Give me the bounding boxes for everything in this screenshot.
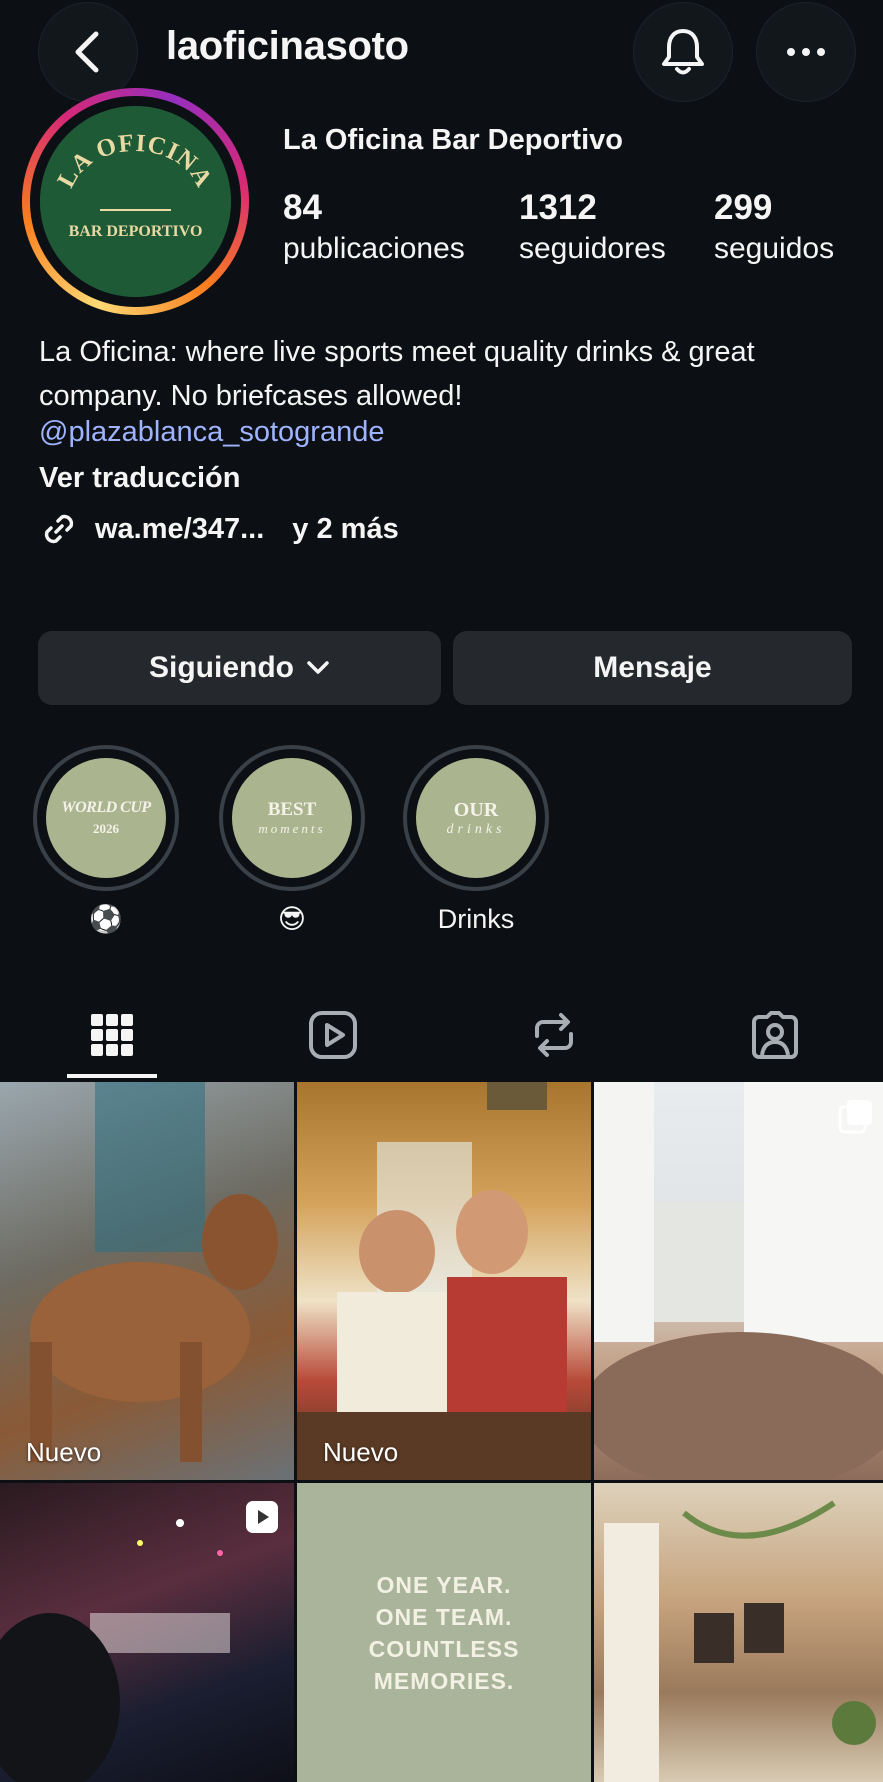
highlight-label: 😎 [277,904,307,934]
stat-followers[interactable]: 1312 seguidores [519,188,666,266]
stat-label: seguidores [519,232,666,265]
back-button[interactable] [38,2,138,102]
see-translation-link[interactable]: Ver traducción [39,462,240,495]
link-icon [44,514,74,544]
interior-photo [604,1500,876,1782]
post-thumbnail-crowd[interactable] [594,1082,883,1480]
new-post-badge: Nuevo [26,1437,102,1467]
more-options-button[interactable] [756,2,856,102]
stat-label: seguidos [714,232,835,265]
chevron-left-icon [75,31,99,73]
tab-tagged[interactable] [665,990,883,1080]
profile-tabs [0,990,883,1080]
profile-bio: La Oficina: where live sports meet quali… [39,336,755,412]
tab-reels[interactable] [223,990,443,1080]
reel-icon [246,1501,278,1533]
highlight-label: ⚽ [89,904,123,934]
profile-links[interactable]: wa.me/347... y 2 más [39,507,399,551]
crowd-photo [594,1082,883,1480]
more-horizontal-icon [787,48,825,56]
following-button[interactable]: Siguiendo [38,631,441,705]
avatar: LA OFICINA BAR DEPORTIVO [40,106,231,297]
post-thumbnail-anniversary[interactable]: ONE YEAR. ONE TEAM. COUNTLESS MEMORIES. [297,1483,591,1782]
stat-value: 1312 [519,188,597,227]
post-thumbnail-interior[interactable] [594,1483,883,1782]
posts-grid: Nuevo Nuevo ONE YEAR. ONE TEAM. COUNTLES… [0,1082,883,1782]
stat-label: publicaciones [283,232,465,265]
dog-photo [30,1082,278,1462]
message-button[interactable]: Mensaje [453,631,852,705]
highlight-cover: BEST moments [232,758,352,878]
profile-username: laoficinasoto [166,24,409,68]
highlight-best-moments[interactable]: BEST moments 😎 [218,745,366,937]
chevron-down-icon [307,661,329,674]
reels-icon [309,1011,357,1059]
new-post-badge: Nuevo [323,1437,399,1467]
highlight-cover: OUR drinks [416,758,536,878]
stat-following[interactable]: 299 seguidos [714,188,834,266]
anniversary-quote: ONE YEAR. ONE TEAM. COUNTLESS MEMORIES. [368,1571,520,1694]
tagged-icon [752,1011,798,1059]
bio-mention-link[interactable]: @plazablanca_sotogrande [39,416,384,449]
highlight-drinks[interactable]: OUR drinks Drinks [402,745,550,937]
active-tab-indicator [67,1074,157,1078]
notifications-button[interactable] [633,2,733,102]
stat-value: 84 [283,188,322,227]
stat-value: 299 [714,188,773,227]
profile-link[interactable]: wa.me/347... [95,513,264,546]
post-thumbnail-band[interactable] [0,1483,294,1782]
grid-icon [91,1014,133,1056]
message-label: Mensaje [593,651,712,684]
post-thumbnail-toast[interactable]: Nuevo [297,1082,591,1480]
carousel-icon [838,1100,872,1134]
more-links[interactable]: y 2 más [292,513,398,546]
highlight-world-cup[interactable]: WORLD CUP 2026 ⚽ [32,745,180,937]
tab-reposts[interactable] [444,990,664,1080]
story-ring[interactable]: LA OFICINA BAR DEPORTIVO [22,88,249,315]
highlight-label: Drinks [437,904,515,934]
bell-icon [662,29,704,75]
avatar-subtitle: BAR DEPORTIVO [69,223,203,240]
toast-photo [297,1082,591,1480]
reposts-icon [535,1013,573,1057]
display-name: La Oficina Bar Deportivo [283,124,624,156]
tab-posts-grid[interactable] [2,990,222,1080]
stat-posts[interactable]: 84 publicaciones [283,188,465,266]
post-thumbnail-dog[interactable]: Nuevo [0,1082,294,1480]
highlight-cover: WORLD CUP 2026 [46,758,166,878]
following-label: Siguiendo [149,651,294,684]
